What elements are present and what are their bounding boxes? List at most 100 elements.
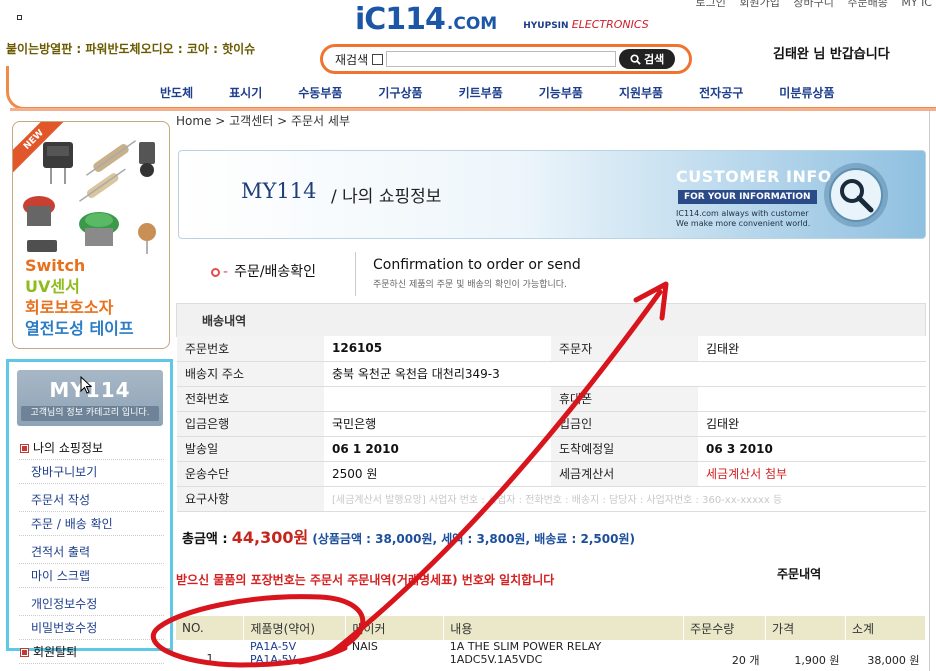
- order-items-heading: 주문내역: [777, 567, 822, 581]
- item-desc: 1A THE SLIM POWER RELAY 1ADC5V.1A5VDC: [449, 640, 602, 666]
- magnifier-icon: [824, 163, 888, 227]
- col-subtotal: 소계: [845, 616, 926, 640]
- item-price: 1,900 원: [794, 654, 840, 667]
- shipping-panel-title: 배송내역: [202, 314, 247, 328]
- research-checkbox[interactable]: [372, 53, 384, 65]
- invoice-value: 세금계산서 첨부: [698, 461, 926, 487]
- request-label: 요구사항: [177, 486, 324, 512]
- welcome-message: 김태완 님 반갑습니다: [773, 47, 890, 62]
- table-row: 입금은행 국민은행 입금인 김태완: [177, 411, 926, 437]
- item-subtotal: 38,000 원: [867, 654, 920, 667]
- customer-info-label: CUSTOMER INFO: [676, 167, 832, 186]
- banner-line-switch: Switch: [25, 256, 86, 275]
- item-no: 1: [206, 652, 214, 665]
- col-desc: 내용: [443, 616, 685, 640]
- top-link-join[interactable]: 회원가입: [739, 0, 779, 9]
- phone-label: 전화번호: [177, 386, 324, 412]
- partner-logo[interactable]: HYUPSIN ELECTRONICS: [523, 18, 649, 31]
- table-header-row: NO. 제품명(약어) 메이커 내용 주문수량 가격 소계: [176, 616, 926, 640]
- for-your-info-badge: FOR YOUR INFORMATION: [678, 190, 817, 204]
- orderer-value: 김태완: [698, 336, 926, 362]
- order-total: 총금액 : 44,300원 (상품금액 : 38,000원, 세액 : 3,80…: [182, 524, 635, 548]
- nav-function[interactable]: 기능부품: [539, 84, 583, 101]
- banner-line-protect: 회로보호소자: [25, 298, 114, 317]
- sidebar-item-scrap[interactable]: 마이 스크랩: [19, 564, 164, 588]
- method-value: 2500 원: [324, 461, 551, 487]
- sidebar-item-withdraw[interactable]: 회원탈퇴: [19, 640, 164, 664]
- nav-divider: [10, 108, 936, 111]
- bullet-icon: [20, 443, 29, 453]
- bullet-icon: [20, 647, 29, 657]
- hero-subtitle: / 나의 쇼핑정보: [331, 187, 442, 207]
- square-icon: [17, 15, 22, 20]
- search-input[interactable]: [386, 51, 617, 67]
- top-links: 로그인 회원가입 장바구니 주문배송 MY IC: [686, 0, 932, 10]
- top-link-myic[interactable]: MY IC: [901, 0, 932, 9]
- top-link-cart[interactable]: 장바구니: [793, 0, 833, 9]
- search-icon: [630, 53, 641, 65]
- top-link-delivery[interactable]: 주문배송: [847, 0, 887, 9]
- ship-date-label: 발송일: [177, 436, 324, 462]
- news-ticker[interactable]: 붙이는방열판 : 파워반도체오디오 : 코아 : 핫이슈: [6, 40, 255, 57]
- section-title: - 주문/배송확인: [211, 261, 316, 281]
- table-row: 1 PA1A-5V PA1A-5V NAIS 1A THE SLIM POWER…: [176, 640, 926, 670]
- address-value: 충북 옥천군 옥천읍 대천리349-3: [324, 361, 926, 387]
- depositor-label: 입금인: [551, 411, 698, 437]
- phone-value: [324, 386, 551, 412]
- sidebar-item-cart[interactable]: 장바구니보기: [19, 460, 164, 484]
- orderer-label: 주문자: [551, 336, 698, 362]
- table-row: 요구사항 [세금계산서 발행요망] 사업자 번호 : 사업자 : 전화번호 : …: [177, 486, 926, 512]
- item-qty: 20 개: [731, 654, 760, 667]
- method-label: 운송수단: [177, 461, 324, 487]
- sidebar-item-quote[interactable]: 견적서 출력: [19, 540, 164, 564]
- nav-mechanical[interactable]: 기구상품: [378, 84, 422, 101]
- sidebar-item-password[interactable]: 비밀번호수정: [19, 616, 164, 640]
- total-label: 총금액 :: [182, 532, 228, 547]
- nav-semiconductor[interactable]: 반도체: [160, 84, 193, 101]
- col-price: 가격: [765, 616, 846, 640]
- bank-label: 입금은행: [177, 411, 324, 437]
- order-items-table: NO. 제품명(약어) 메이커 내용 주문수량 가격 소계 1 PA1A-5V …: [176, 616, 926, 670]
- nav-indicator[interactable]: 표시기: [229, 84, 262, 101]
- banner-line-tape: 열전도성 테이프: [25, 319, 134, 338]
- sidebar-subtitle: 고객님의 정보 카테고리 입니다.: [21, 406, 159, 421]
- hero-banner: MY114 / 나의 쇼핑정보 CUSTOMER INFO FOR YOUR I…: [178, 150, 926, 239]
- nav-support[interactable]: 지원부품: [619, 84, 663, 101]
- nav-kit[interactable]: 키트부품: [459, 84, 503, 101]
- sidebar-item-order-write[interactable]: 주문서 작성: [19, 488, 164, 512]
- mobile-label: 휴대폰: [551, 386, 698, 412]
- promo-banner[interactable]: NEW Switch UV센서 회로보호소자 열전도성 테이프: [12, 121, 170, 349]
- mobile-value: [698, 386, 926, 412]
- confirm-subtitle: 주문하신 제품의 주문 및 배송의 확인이 가능합니다.: [373, 280, 567, 290]
- search-button[interactable]: 검색: [619, 49, 676, 69]
- table-row: 배송지 주소 충북 옥천군 옥천읍 대천리349-3: [177, 361, 926, 387]
- col-product: 제품명(약어): [243, 616, 347, 640]
- item-part[interactable]: PA1A-5V PA1A-5V: [244, 640, 346, 670]
- total-amount: 44,300원: [231, 528, 309, 547]
- address-label: 배송지 주소: [177, 361, 324, 387]
- shipping-panel: 배송내역: [176, 303, 926, 337]
- banner-lines: Switch UV센서 회로보호소자 열전도성 테이프: [25, 255, 134, 339]
- breadcrumb: Home > 고객센터 > 주문서 세부: [176, 114, 350, 128]
- components-illustration: [23, 140, 156, 254]
- top-link-login[interactable]: 로그인: [696, 0, 726, 9]
- banner-line-uv: UV센서: [25, 277, 80, 296]
- hero-desc-2: We make more convenient world.: [676, 219, 811, 228]
- sidebar-menu: 나의 쇼핑정보 장바구니보기 주문서 작성 주문 / 배송 확인 견적서 출력 …: [19, 436, 164, 664]
- nav-misc[interactable]: 미분류상품: [779, 84, 834, 101]
- table-row: 주문번호 126105 주문자 김태완: [177, 336, 926, 362]
- hero-title: MY114: [241, 179, 317, 203]
- arrival-label: 도착예정일: [551, 436, 698, 462]
- arrival-value: 06 3 2010: [698, 436, 926, 462]
- sidebar-item-profile[interactable]: 개인정보수정: [19, 592, 164, 616]
- nav-tools[interactable]: 전자공구: [699, 84, 743, 101]
- nav-passive[interactable]: 수동부품: [298, 84, 342, 101]
- depositor-value: 김태완: [698, 411, 926, 437]
- site-logo[interactable]: iC114 .COM HYUPSIN ELECTRONICS: [355, 2, 649, 37]
- invoice-label: 세금계산서: [551, 461, 698, 487]
- bank-value: 국민은행: [324, 411, 551, 437]
- sidebar-item-order-check[interactable]: 주문 / 배송 확인: [19, 512, 164, 536]
- ship-date-value: 06 1 2010: [324, 436, 551, 462]
- sidebar-item-shopping-info[interactable]: 나의 쇼핑정보: [19, 436, 164, 460]
- table-row: 발송일 06 1 2010 도착예정일 06 3 2010: [177, 436, 926, 462]
